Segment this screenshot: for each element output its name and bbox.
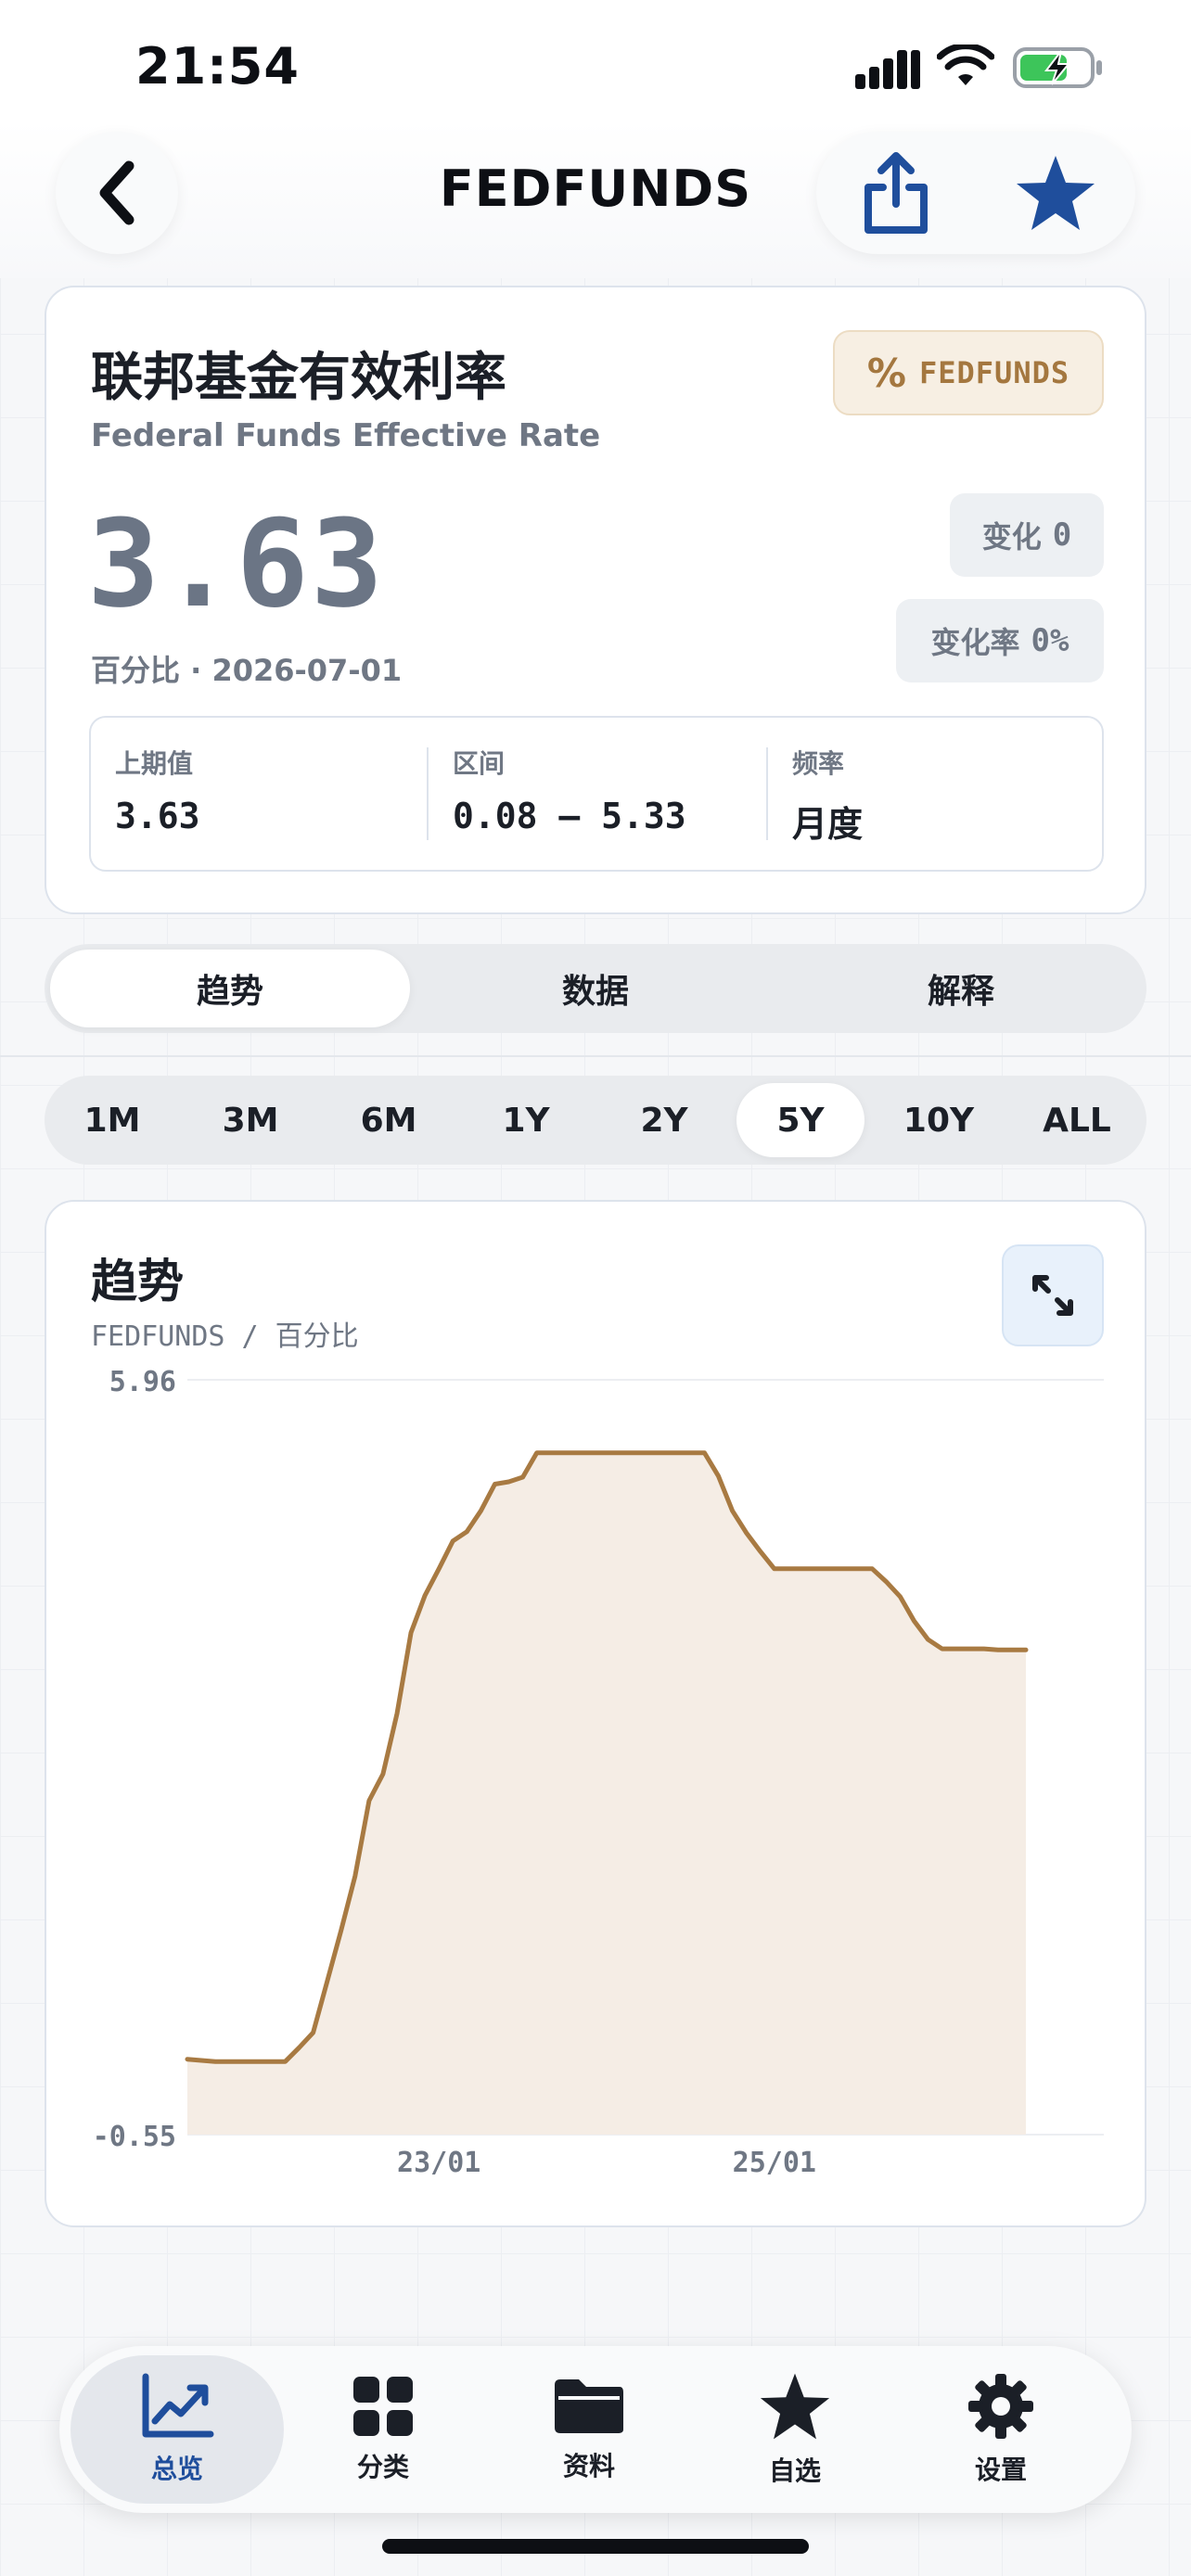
range-3m[interactable]: 3M (186, 1083, 314, 1157)
tabbar-label: 资料 (562, 2451, 615, 2481)
tab-bar: 总览 分类 资料 自选 设置 (59, 2346, 1132, 2513)
tabbar-settings[interactable]: 设置 (894, 2355, 1108, 2504)
tabbar-overview[interactable]: 总览 (70, 2355, 284, 2504)
range-10y[interactable]: 10Y (875, 1083, 1003, 1157)
star-icon (1017, 156, 1095, 230)
x-tick-label: 25/01 (733, 2147, 816, 2179)
y-tick-label: 5.96 (109, 1366, 176, 1398)
battery-icon (1013, 47, 1102, 88)
cellular-signal-icon (855, 50, 920, 89)
stat-value: 月度 (792, 804, 864, 845)
stat-frequency: 频率 月度 (792, 744, 1089, 845)
home-indicator (382, 2539, 809, 2554)
x-tick-label: 23/01 (397, 2147, 480, 2179)
chart-title: 趋势 (91, 1255, 184, 1308)
unit-date: 百分比 · 2026-07-01 (91, 653, 403, 688)
fullscreen-button[interactable] (1002, 1244, 1104, 1346)
back-button[interactable] (56, 132, 178, 254)
divider (766, 747, 768, 840)
range-2y[interactable]: 2Y (600, 1083, 728, 1157)
stat-label: 频率 (792, 748, 845, 779)
series-code: FEDFUNDS (918, 355, 1070, 390)
tabbar-label: 总览 (150, 2454, 203, 2484)
star-icon (760, 2373, 830, 2440)
y-tick-label: -0.55 (93, 2121, 176, 2153)
tab-explain[interactable]: 解释 (781, 950, 1141, 1027)
range-all[interactable]: ALL (1013, 1083, 1141, 1157)
divider (427, 747, 429, 840)
stat-label: 上期值 (115, 748, 194, 779)
change-value: 0 (1052, 516, 1072, 554)
range-1m[interactable]: 1M (48, 1083, 176, 1157)
chart-line-icon (142, 2373, 214, 2438)
status-bar: 21:54 (0, 0, 1191, 139)
stat-value: 0.08 – 5.33 (453, 796, 686, 836)
change-label: 变化 (981, 519, 1042, 555)
range-6m[interactable]: 6M (325, 1083, 453, 1157)
tab-data[interactable]: 数据 (416, 950, 775, 1027)
folder-icon (555, 2379, 623, 2433)
change-rate-badge: 变化率 0% (896, 599, 1104, 682)
series-title-en: Federal Funds Effective Rate (91, 417, 601, 454)
summary-card: 联邦基金有效利率 Federal Funds Effective Rate % … (45, 286, 1146, 914)
share-icon (864, 152, 928, 234)
change-badge: 变化 0 (950, 493, 1104, 577)
range-tabs: 1M 3M 6M 1Y 2Y 5Y 10Y ALL (45, 1076, 1146, 1165)
chevron-left-icon (99, 160, 134, 225)
gear-icon (968, 2374, 1033, 2439)
tabbar-label: 分类 (356, 2452, 409, 2482)
percent-icon: % (866, 350, 906, 396)
page-title: FEDFUNDS (439, 159, 752, 218)
grid-icon (353, 2377, 413, 2436)
stats-box: 上期值 3.63 区间 0.08 – 5.33 频率 月度 (89, 716, 1104, 872)
change-rate-value: 0% (1031, 622, 1069, 659)
divider (0, 1055, 1191, 1057)
header-actions (816, 132, 1135, 254)
view-tabs: 趋势 数据 解释 (45, 944, 1146, 1033)
tabbar-label: 设置 (974, 2455, 1027, 2485)
share-button[interactable] (853, 150, 939, 236)
divider (1102, 747, 1104, 840)
series-title-cn: 联邦基金有效利率 (91, 348, 506, 408)
trend-chart[interactable]: 5.96 -0.55 23/01 25/01 (46, 1359, 1145, 2194)
stat-value: 3.63 (115, 796, 200, 836)
tabbar-label: 自选 (768, 2455, 821, 2486)
expand-icon (1032, 1275, 1073, 1316)
current-value: 3.63 (87, 493, 386, 634)
range-5y[interactable]: 5Y (736, 1083, 864, 1157)
stat-range: 区间 0.08 – 5.33 (453, 744, 759, 840)
stat-label: 区间 (453, 748, 506, 779)
tabbar-categories[interactable]: 分类 (276, 2355, 490, 2504)
chart-card: 趋势 FEDFUNDS / 百分比 5.96 -0.55 23/01 25/01 (45, 1200, 1146, 2227)
range-1y[interactable]: 1Y (462, 1083, 590, 1157)
series-code-badge: % FEDFUNDS (833, 330, 1104, 415)
wifi-icon (937, 45, 994, 85)
chart-subtitle: FEDFUNDS / 百分比 (91, 1320, 359, 1353)
status-time: 21:54 (135, 37, 300, 96)
favorite-button[interactable] (1011, 150, 1100, 236)
change-rate-label: 变化率 (930, 625, 1020, 660)
stat-previous: 上期值 3.63 (115, 744, 421, 840)
tabbar-resources[interactable]: 资料 (482, 2355, 696, 2504)
tab-trend[interactable]: 趋势 (50, 950, 410, 1027)
tabbar-watchlist[interactable]: 自选 (688, 2355, 902, 2504)
